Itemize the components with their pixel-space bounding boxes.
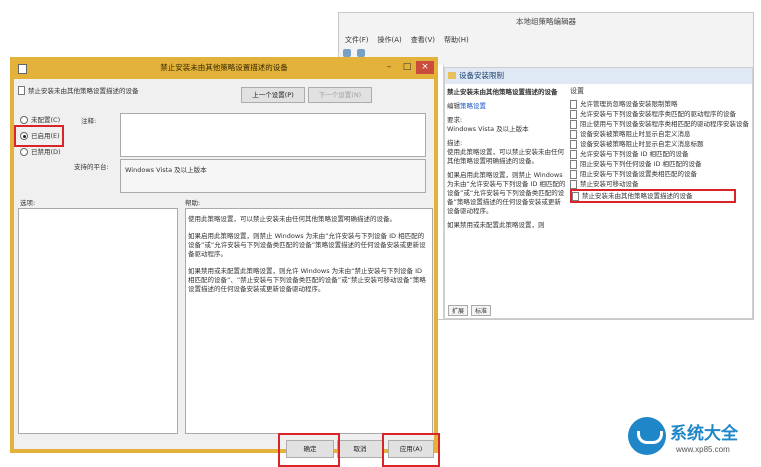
dialog-header: 禁止安装未由其他策略设置描述的设备	[18, 85, 139, 95]
menu-view[interactable]: 查看(V)	[411, 35, 435, 45]
help-paragraph: 如果禁用或未配置此策略设置，则允许 Windows 为未由“禁止安装与下列设备 …	[188, 267, 426, 293]
dialog-header-name: 禁止安装未由其他策略设置描述的设备	[28, 87, 139, 95]
radio-dot	[20, 116, 28, 124]
editor-menubar: 文件(F) 操作(A) 查看(V) 帮助(H)	[345, 35, 469, 45]
close-icon[interactable]: ×	[416, 61, 434, 74]
radio-label: 已禁用(D)	[31, 148, 61, 156]
ok-button[interactable]: 确定	[286, 440, 334, 458]
comment-textarea[interactable]	[120, 113, 426, 157]
policy-document-icon	[570, 149, 577, 159]
menu-action[interactable]: 操作(A)	[378, 35, 402, 45]
supported-platforms-value: Windows Vista 及以上版本	[125, 166, 207, 174]
radio-disabled[interactable]: 已禁用(D)	[20, 147, 61, 157]
policy-document-icon	[570, 119, 577, 129]
panel-title: 设备安装限制	[459, 71, 504, 80]
cancel-button[interactable]: 取消	[337, 440, 383, 458]
policy-document-icon	[570, 129, 577, 139]
setting-label: 允许安装与下列设备安装程序类匹配的驱动程序的设备	[580, 110, 736, 118]
menu-help[interactable]: 帮助(H)	[444, 35, 469, 45]
dialog-body: 禁止安装未由其他策略设置描述的设备 上一个设置(P) 下一个设置(N) 未配置(…	[14, 79, 440, 467]
previous-setting-button[interactable]: 上一个设置(P)	[241, 87, 305, 103]
radio-enabled[interactable]: 已启用(E)	[20, 131, 60, 141]
policy-document-icon	[570, 109, 577, 119]
setting-row[interactable]: 设备安装被策略阻止时显示自定义消息	[570, 129, 750, 139]
supported-platforms-label: 支持的平台:	[74, 163, 109, 171]
apply-button[interactable]: 应用(A)	[388, 440, 434, 458]
setting-row[interactable]: 阻止使用与下列设备安装程序类相匹配的驱动程序安装设备	[570, 119, 750, 129]
policy-document-icon	[570, 179, 577, 189]
dialog-title: 禁止安装未由其他策略设置描述的设备	[160, 63, 288, 72]
help-paragraph: 使用此策略设置，可以禁止安装未由任何其他策略设置明确描述的设备。	[188, 215, 396, 223]
policy-details-panel: 设备安装限制 禁止安装未由其他策略设置描述的设备 编辑策略设置 要求: Windo…	[444, 67, 753, 319]
setting-label: 禁止安装可移动设备	[580, 180, 639, 188]
settings-header[interactable]: 设置	[570, 86, 750, 96]
setting-label: 允许安装与下列设备 ID 相匹配的设备	[580, 150, 689, 158]
panel-header: 设备安装限制	[445, 68, 752, 84]
requirements-label: 要求:	[447, 116, 463, 124]
tab-standard[interactable]: 标准	[471, 305, 492, 316]
site-logo-icon	[628, 417, 666, 455]
supported-platforms-box: Windows Vista 及以上版本	[120, 159, 426, 193]
help-paragraph: 如果启用此策略设置，则禁止 Windows 为未由“允许安装与下列设备 ID 相…	[188, 232, 426, 258]
radio-dot-selected	[20, 132, 28, 140]
next-setting-button[interactable]: 下一个设置(N)	[308, 87, 372, 103]
minimize-icon[interactable]: –	[382, 61, 396, 74]
policy-document-icon	[572, 191, 579, 201]
forward-icon[interactable]	[357, 49, 365, 57]
policy-setting-dialog: 禁止安装未由其他策略设置描述的设备 – □ × 禁止安装未由其他策略设置描述的设…	[10, 57, 440, 467]
watermark-url: www.xp85.com	[676, 445, 730, 454]
policy-document-icon	[570, 159, 577, 169]
settings-list: 设置 允许管理员忽略设备安装限制策略 允许安装与下列设备安装程序类匹配的驱动程序…	[570, 86, 750, 203]
help-label: 帮助:	[185, 199, 201, 207]
edit-label: 编辑	[447, 102, 460, 110]
options-pane[interactable]	[18, 208, 178, 434]
policy-document-icon	[570, 139, 577, 149]
setting-row[interactable]: 设备安装被策略阻止时显示自定义消息标题	[570, 139, 750, 149]
setting-label: 设备安装被策略阻止时显示自定义消息	[580, 130, 691, 138]
disabled-text: 如果禁用或未配置此策略设置，则	[447, 221, 545, 229]
setting-label: 禁止安装未由其他策略设置描述的设备	[582, 192, 693, 200]
folder-icon	[448, 72, 456, 79]
policy-document-icon	[570, 99, 577, 109]
radio-dot	[20, 148, 28, 156]
setting-label: 阻止使用与下列设备安装程序类相匹配的驱动程序安装设备	[580, 120, 749, 128]
options-label: 选项:	[20, 199, 36, 207]
requirements-value: Windows Vista 及以上版本	[447, 125, 529, 133]
setting-row-highlighted[interactable]: 禁止安装未由其他策略设置描述的设备	[570, 189, 736, 203]
view-tabs: 扩展 标准	[448, 305, 492, 316]
radio-label: 已启用(E)	[31, 132, 60, 140]
setting-row[interactable]: 允许安装与下列设备安装程序类匹配的驱动程序的设备	[570, 109, 750, 119]
setting-label: 设备安装被策略阻止时显示自定义消息标题	[580, 140, 704, 148]
desc-title: 禁止安装未由其他策略设置描述的设备	[447, 88, 558, 96]
description-text: 使用此策略设置，可以禁止安装未由任何其他策略设置明确描述的设备。	[447, 148, 564, 165]
setting-row[interactable]: 允许安装与下列设备 ID 相匹配的设备	[570, 149, 750, 159]
setting-row[interactable]: 禁止安装可移动设备	[570, 179, 750, 189]
comment-label: 注释:	[81, 117, 97, 125]
help-text: 使用此策略设置，可以禁止安装未由任何其他策略设置明确描述的设备。 如果启用此策略…	[188, 215, 426, 302]
menu-file[interactable]: 文件(F)	[345, 35, 369, 45]
dialog-titlebar[interactable]: 禁止安装未由其他策略设置描述的设备	[10, 57, 438, 79]
policy-description: 禁止安装未由其他策略设置描述的设备 编辑策略设置 要求: Windows Vist…	[447, 88, 567, 235]
radio-label: 未配置(C)	[31, 116, 61, 124]
policy-app-icon	[18, 64, 27, 74]
editor-title: 本地组策略编辑器	[516, 17, 576, 26]
policy-document-icon	[570, 169, 577, 179]
edit-policy-link[interactable]: 策略设置	[460, 102, 486, 110]
enabled-text: 如果启用此策略设置，则禁止 Windows 为未由“允许安装与下列设备 ID 相…	[447, 171, 566, 215]
setting-label: 阻止安装与下列任何设备 ID 相匹配的设备	[580, 160, 702, 168]
description-label: 描述:	[447, 139, 463, 147]
setting-row[interactable]: 阻止安装与下列设备设置类相匹配的设备	[570, 169, 750, 179]
radio-not-configured[interactable]: 未配置(C)	[20, 115, 60, 125]
setting-row[interactable]: 阻止安装与下列任何设备 ID 相匹配的设备	[570, 159, 750, 169]
site-watermark: 系统大全 www.xp85.com	[626, 413, 761, 461]
back-icon[interactable]	[343, 49, 351, 57]
tab-extended[interactable]: 扩展	[448, 305, 469, 316]
watermark-name: 系统大全	[670, 424, 738, 444]
maximize-icon[interactable]: □	[400, 61, 414, 74]
setting-row[interactable]: 允许管理员忽略设备安装限制策略	[570, 99, 750, 109]
setting-label: 阻止安装与下列设备设置类相匹配的设备	[580, 170, 697, 178]
setting-label: 允许管理员忽略设备安装限制策略	[580, 100, 678, 108]
policy-document-icon	[18, 85, 25, 95]
